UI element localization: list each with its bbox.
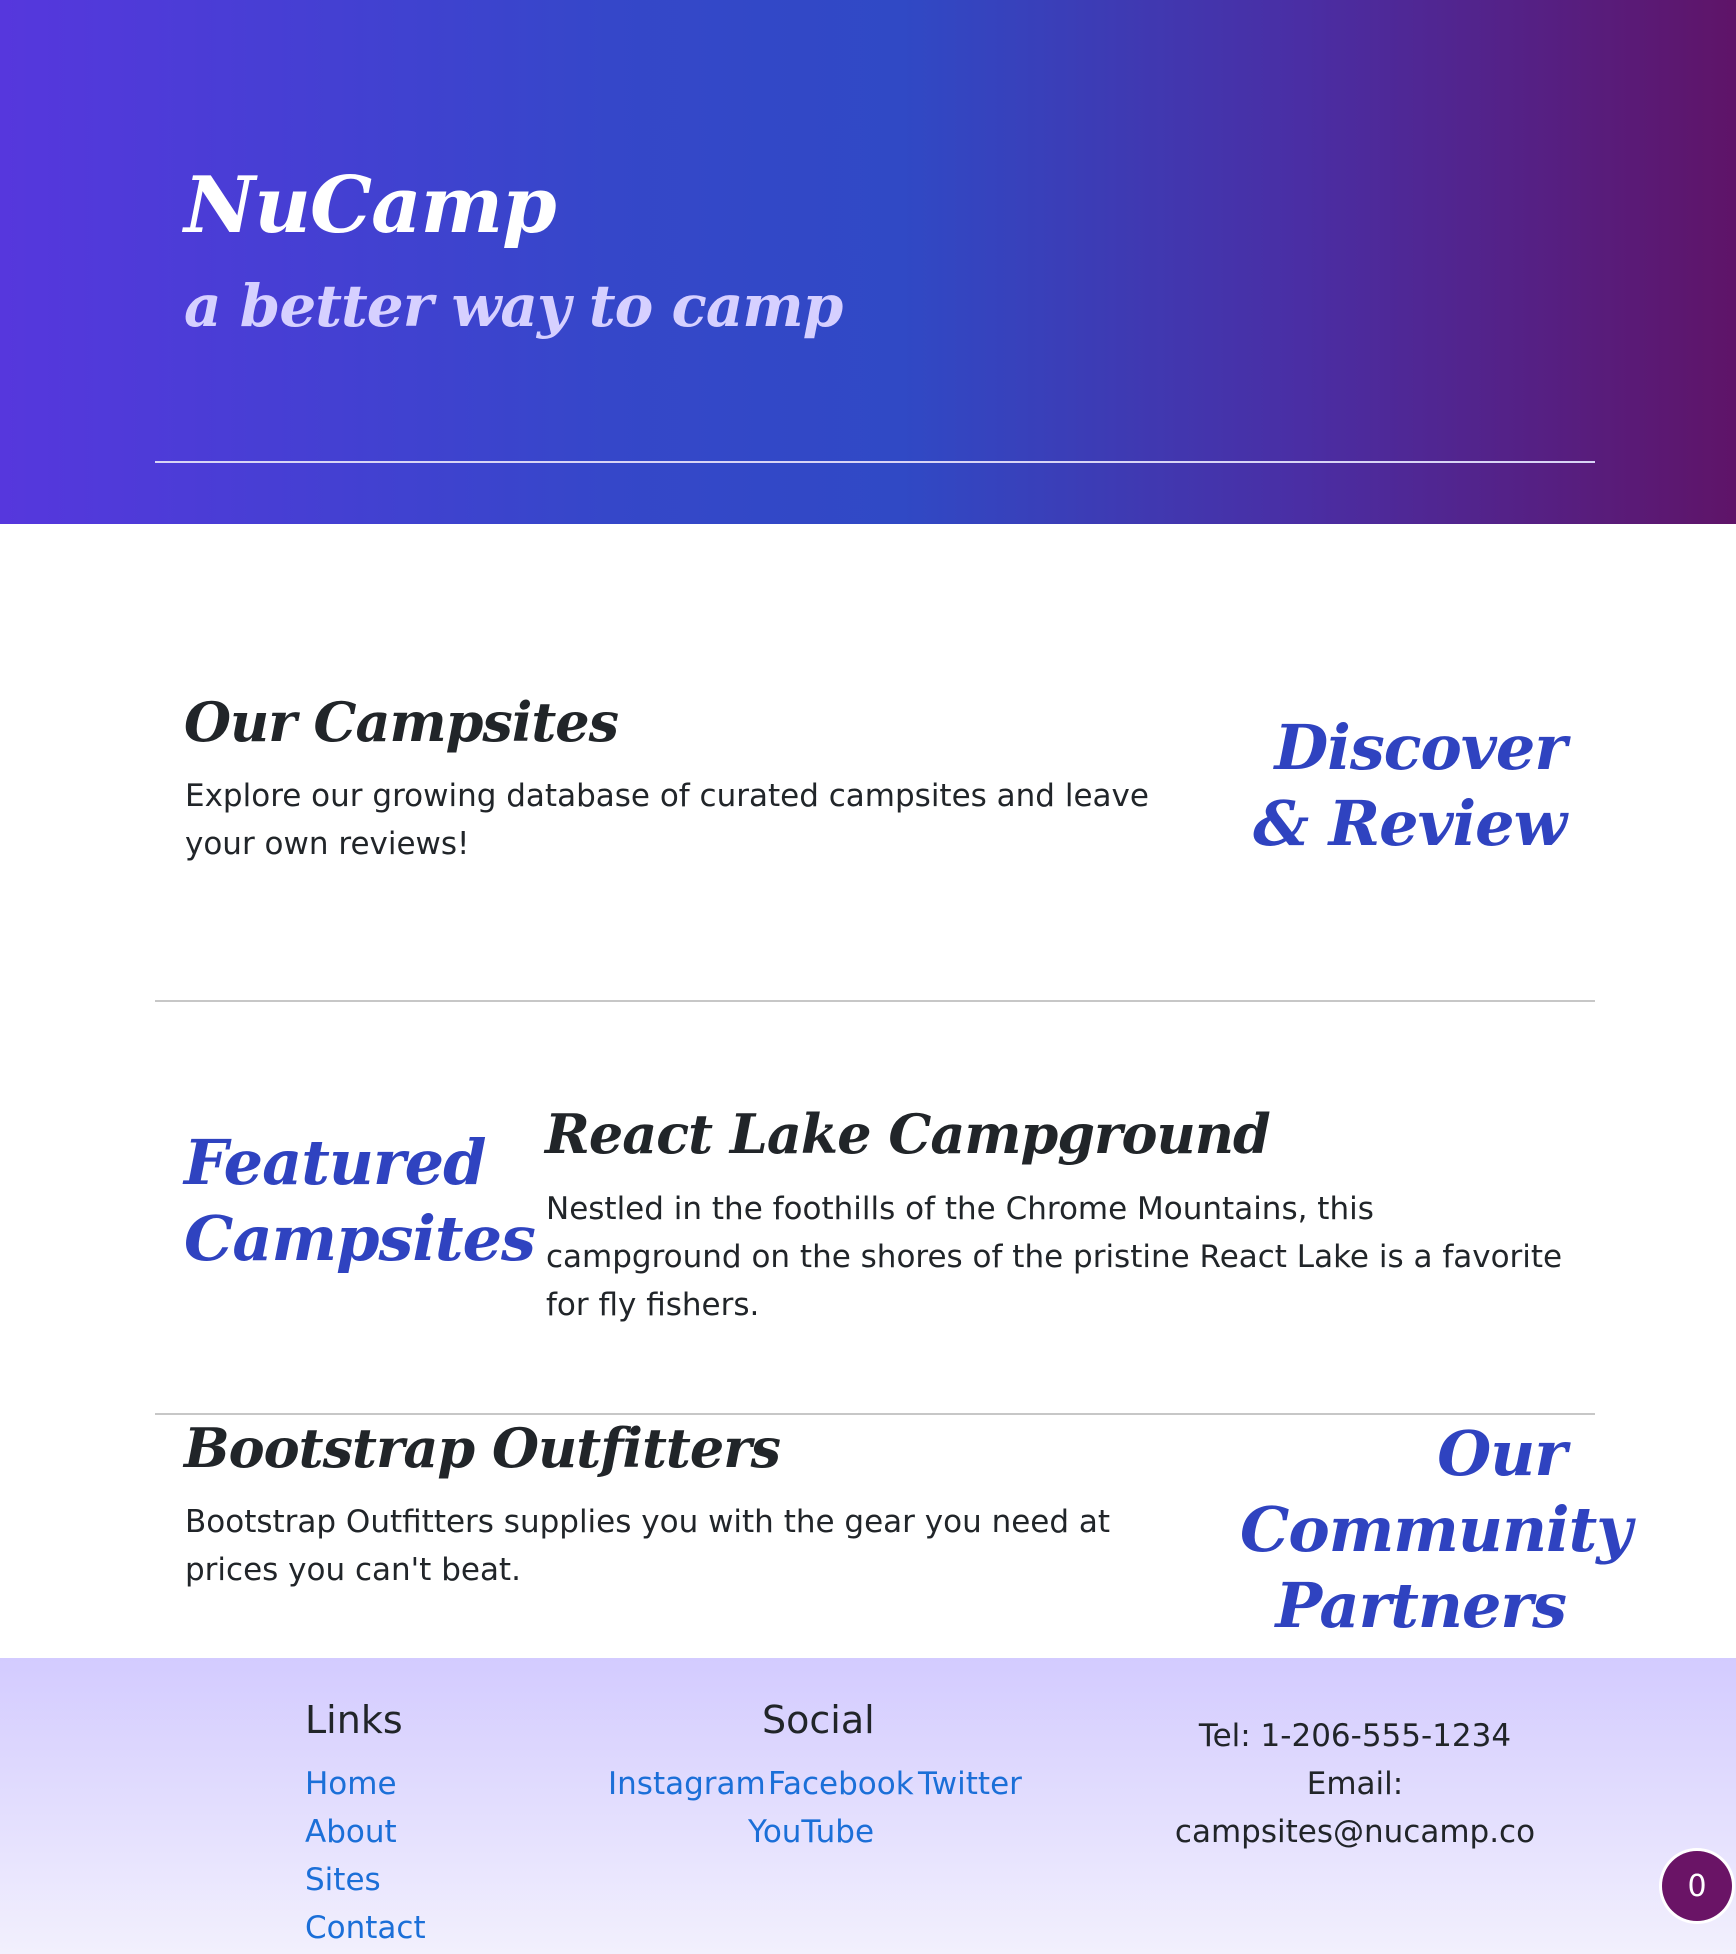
campsites-accent-title: Discover & Review <box>1253 711 1567 860</box>
footer-social-heading: Social <box>762 1698 875 1742</box>
footer-link-twitter[interactable]: Twitter <box>918 1766 1022 1802</box>
footer-links-heading: Links <box>305 1698 403 1742</box>
brand-title: NuCamp <box>184 160 557 251</box>
featured-campsite-text: Nestled in the foothills of the Chrome M… <box>546 1191 1563 1323</box>
footer-link-about[interactable]: About <box>305 1814 397 1850</box>
partners-accent-title: Our Community Partners <box>1240 1417 1632 1642</box>
footer-link-contact[interactable]: Contact <box>305 1910 426 1946</box>
featured-campsite-title: React Lake Campground <box>545 1102 1271 1166</box>
counter-badge[interactable]: 0 <box>1662 1851 1732 1921</box>
brand-tagline: a better way to camp <box>184 272 843 340</box>
featured-accent-title: Featured Campsites <box>184 1126 536 1275</box>
partner-text: Bootstrap Outfitters supplies you with t… <box>185 1504 1111 1588</box>
campsites-text: Explore our growing database of curated … <box>185 778 1149 862</box>
footer-link-sites[interactable]: Sites <box>305 1862 381 1898</box>
footer-phone: Tel: 1-206-555-1234 <box>1198 1718 1512 1754</box>
footer-link-home[interactable]: Home <box>305 1766 397 1802</box>
header-divider <box>155 461 1595 463</box>
section-divider <box>155 1413 1595 1415</box>
partner-title: Bootstrap Outfitters <box>184 1416 781 1480</box>
footer-email-label: Email: <box>1306 1766 1404 1802</box>
footer-link-instagram[interactable]: Instagram <box>608 1766 766 1802</box>
footer: Links Home About Sites Contact Social In… <box>0 1658 1736 1954</box>
campsites-title: Our Campsites <box>184 690 619 754</box>
footer-link-facebook[interactable]: Facebook <box>768 1766 914 1802</box>
footer-email: campsites@nucamp.co <box>1174 1814 1536 1850</box>
header-jumbotron: NuCamp a better way to camp <box>0 0 1736 524</box>
section-divider <box>155 1000 1595 1002</box>
footer-link-youtube[interactable]: YouTube <box>748 1814 874 1850</box>
